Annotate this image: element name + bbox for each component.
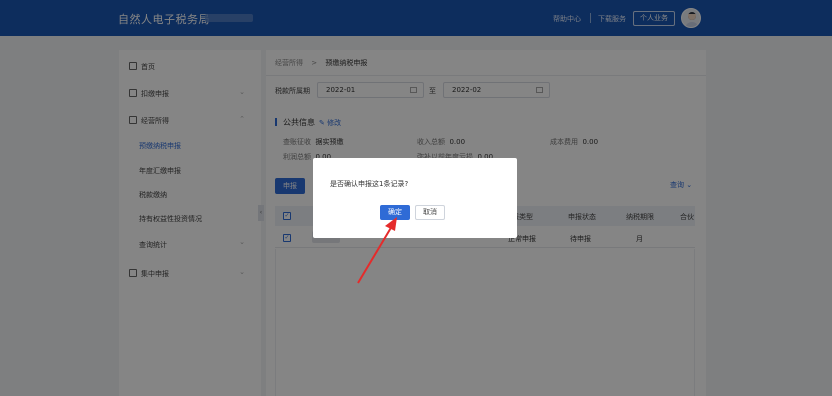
confirm-button[interactable]: 确定 [380, 205, 410, 220]
dialog-message: 是否确认申报这1条记录? [330, 180, 409, 188]
confirm-dialog [313, 158, 517, 238]
cancel-button[interactable]: 取消 [415, 205, 445, 220]
